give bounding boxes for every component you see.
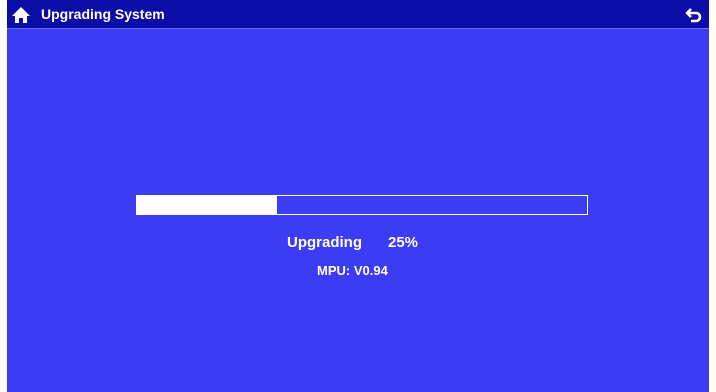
status-label: Upgrading: [287, 234, 362, 251]
page-title: Upgrading System: [41, 6, 165, 22]
upgrade-screen: Upgrading System Upgrading 25% MPU: V0.94: [7, 0, 709, 392]
upgrade-status: Upgrading 25%: [287, 234, 418, 251]
back-arrow-icon[interactable]: [685, 5, 703, 25]
status-percent: 25%: [388, 234, 419, 251]
version-label: MPU: V0.94: [317, 263, 388, 278]
upgrade-progress-bar: [136, 195, 588, 215]
progress-fill: [137, 196, 277, 214]
title-bar: Upgrading System: [7, 0, 709, 29]
home-icon[interactable]: [11, 5, 31, 25]
